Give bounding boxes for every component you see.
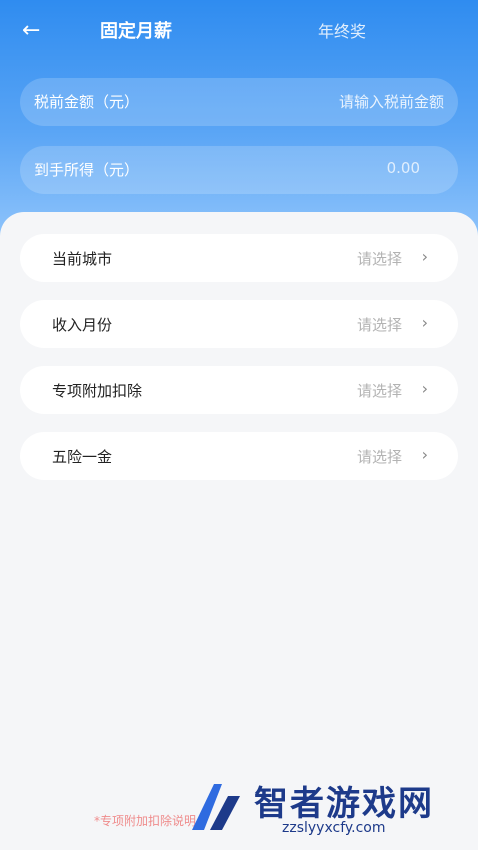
chevron-right-icon: › <box>421 247 428 266</box>
net-income-field: 到手所得（元） 0.00 <box>20 146 458 194</box>
watermark-logo-icon <box>192 784 240 830</box>
row-label: 专项附加扣除 <box>52 382 143 400</box>
row-current-city[interactable]: 当前城市 请选择 › <box>20 234 458 282</box>
chevron-right-icon: › <box>421 313 428 332</box>
net-income-value: 0.00 <box>386 159 420 177</box>
watermark-url: zzslyyxcfy.com <box>282 820 386 836</box>
pretax-amount-field[interactable]: 税前金额（元） <box>20 78 458 126</box>
deduction-note-link[interactable]: *专项附加扣除说明 <box>94 812 196 829</box>
row-hint: 请选择 <box>356 382 402 400</box>
back-arrow-icon[interactable]: ← <box>22 18 48 44</box>
row-hint: 请选择 <box>356 250 402 268</box>
row-social-insurance[interactable]: 五险一金 请选择 › <box>20 432 458 480</box>
row-label: 收入月份 <box>52 316 113 334</box>
pretax-amount-input[interactable] <box>224 90 444 114</box>
watermark: 智者游戏网 zzslyyxcfy.com <box>184 776 466 842</box>
row-hint: 请选择 <box>356 448 402 466</box>
tab-fixed-salary[interactable]: 固定月薪 <box>100 20 172 44</box>
tab-year-end-bonus[interactable]: 年终奖 <box>318 20 366 44</box>
top-nav: ← 固定月薪 年终奖 <box>0 0 478 64</box>
net-income-label: 到手所得（元） <box>34 161 140 179</box>
row-hint: 请选择 <box>356 316 402 334</box>
watermark-title: 智者游戏网 <box>254 784 434 824</box>
row-label: 五险一金 <box>52 448 113 466</box>
chevron-right-icon: › <box>421 445 428 464</box>
row-income-month[interactable]: 收入月份 请选择 › <box>20 300 458 348</box>
chevron-right-icon: › <box>421 379 428 398</box>
row-special-deduction[interactable]: 专项附加扣除 请选择 › <box>20 366 458 414</box>
row-label: 当前城市 <box>52 250 113 268</box>
pretax-amount-label: 税前金额（元） <box>34 93 140 111</box>
